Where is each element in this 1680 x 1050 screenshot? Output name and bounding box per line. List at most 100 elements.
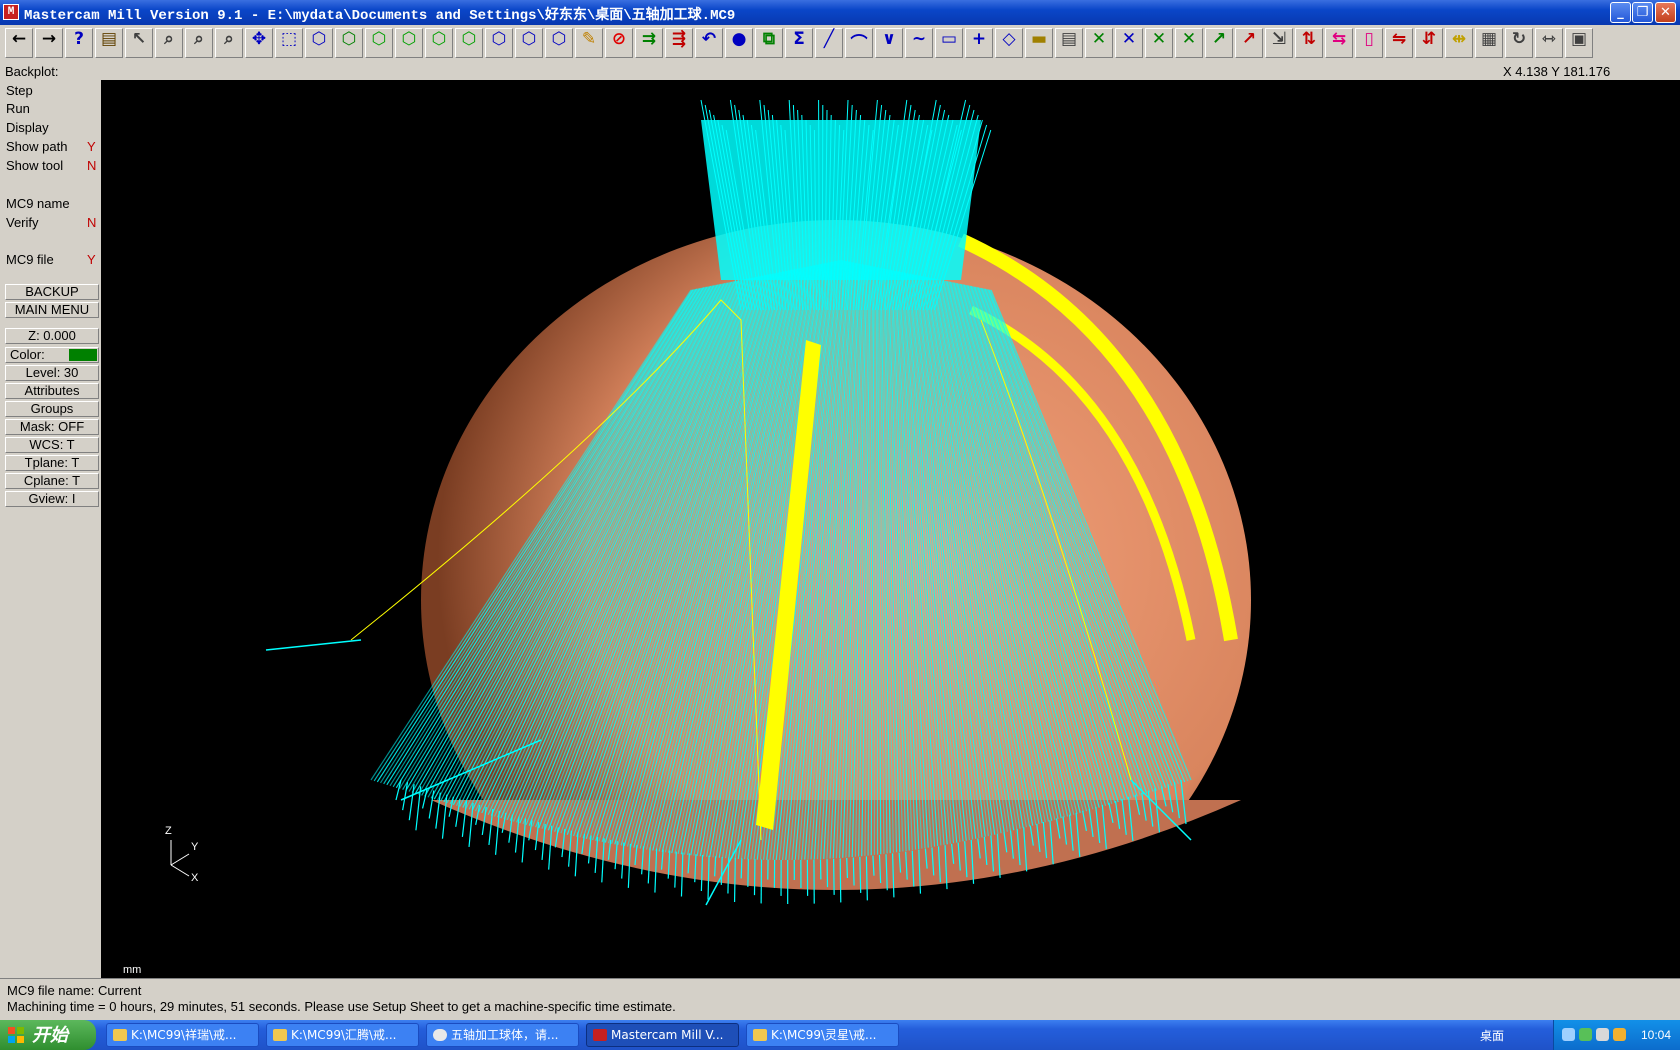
line-icon[interactable]: ╱ bbox=[815, 28, 843, 58]
taskbar-item[interactable]: K:\MC99\汇腾\戒... bbox=[266, 1023, 419, 1047]
toolbar-end-icon[interactable]: ▣ bbox=[1565, 28, 1593, 58]
cplane-button[interactable]: Cplane: T bbox=[5, 473, 99, 489]
forward-arrow-icon[interactable]: → bbox=[35, 28, 63, 58]
menu-item-show-tool[interactable]: Show tool bbox=[6, 158, 63, 173]
desktop-toolbar-label[interactable]: 桌面 bbox=[1480, 1027, 1504, 1044]
tray-network-icon[interactable] bbox=[1579, 1028, 1592, 1041]
mc9-file-flag: Y bbox=[87, 252, 96, 267]
taskbar-item[interactable]: 五轴加工球体，请... bbox=[426, 1023, 579, 1047]
zoom-previous-icon[interactable]: ⌕ bbox=[215, 28, 243, 58]
spline-icon[interactable]: ∼ bbox=[905, 28, 933, 58]
delete-icon[interactable]: ⊘ bbox=[605, 28, 633, 58]
menu-item-step[interactable]: Step bbox=[6, 83, 33, 98]
stretch-icon[interactable]: ⇋ bbox=[1385, 28, 1413, 58]
split-icon[interactable]: ⇹ bbox=[1445, 28, 1473, 58]
point-icon[interactable]: + bbox=[965, 28, 993, 58]
start-button[interactable]: 开始 bbox=[0, 1020, 96, 1050]
offset-icon[interactable]: ⇵ bbox=[1415, 28, 1443, 58]
view-isometric-icon[interactable]: ⬡ bbox=[305, 28, 333, 58]
menu-item-label: Verify bbox=[6, 215, 39, 230]
mastercam-icon bbox=[593, 1029, 607, 1041]
menu-item-show-path[interactable]: Show path bbox=[6, 139, 67, 154]
restore-button[interactable]: ❐ bbox=[1632, 2, 1653, 23]
cube-4-icon[interactable]: ⬡ bbox=[545, 28, 573, 58]
trim-2-icon[interactable]: ✕ bbox=[1115, 28, 1143, 58]
mirror-icon[interactable]: ⇅ bbox=[1295, 28, 1323, 58]
start-label: 开始 bbox=[32, 1025, 68, 1045]
groups-button[interactable]: Groups bbox=[5, 401, 99, 417]
wcs-button[interactable]: WCS: T bbox=[5, 437, 99, 453]
tray-volume-icon[interactable] bbox=[1596, 1028, 1609, 1041]
surface-icon[interactable]: ◇ bbox=[995, 28, 1023, 58]
arc-icon[interactable]: ⌒ bbox=[845, 28, 873, 58]
help-icon[interactable]: ? bbox=[65, 28, 93, 58]
measure-icon[interactable]: ✎ bbox=[575, 28, 603, 58]
window-title: Mastercam Mill Version 9.1 - E:\mydata\D… bbox=[24, 8, 736, 24]
mask-button[interactable]: Mask: OFF bbox=[5, 419, 99, 435]
move-icon[interactable]: ⇲ bbox=[1265, 28, 1293, 58]
main-menu-button[interactable]: MAIN MENU bbox=[5, 302, 99, 318]
menu-item-label: MC9 name bbox=[6, 196, 70, 211]
tplane-button[interactable]: Tplane: T bbox=[5, 455, 99, 471]
view-side-icon[interactable]: ⬡ bbox=[395, 28, 423, 58]
transform-icon[interactable]: ⇉ bbox=[635, 28, 663, 58]
view-3d-icon[interactable]: ⬡ bbox=[425, 28, 453, 58]
view-front-icon[interactable]: ⬡ bbox=[365, 28, 393, 58]
toolpath-line bbox=[873, 266, 876, 855]
color-swatch bbox=[69, 349, 97, 361]
rotate-icon[interactable]: ⇆ bbox=[1325, 28, 1353, 58]
dimension-icon[interactable]: ⇿ bbox=[1535, 28, 1563, 58]
pan-icon[interactable]: ✥ bbox=[245, 28, 273, 58]
level-button[interactable]: Level: 30 bbox=[5, 365, 99, 381]
undo-icon[interactable]: ↶ bbox=[695, 28, 723, 58]
menu-item-mc9-file[interactable]: MC9 file bbox=[6, 252, 54, 267]
menu-item-display[interactable]: Display bbox=[6, 120, 49, 135]
prompt-filename: MC9 file name: Current bbox=[7, 983, 142, 998]
cube-1-icon[interactable]: ⬡ bbox=[455, 28, 483, 58]
attributes-button[interactable]: Attributes bbox=[5, 383, 99, 399]
solid-box-icon[interactable]: ▬ bbox=[1025, 28, 1053, 58]
cube-2-icon[interactable]: ⬡ bbox=[485, 28, 513, 58]
trim-1-icon[interactable]: ✕ bbox=[1085, 28, 1113, 58]
menu-item-run[interactable]: Run bbox=[6, 101, 30, 116]
tray-arrow-icon[interactable] bbox=[1562, 1028, 1575, 1041]
taskbar-item[interactable]: K:\MC99\灵星\戒... bbox=[746, 1023, 899, 1047]
grid-icon[interactable]: ▦ bbox=[1475, 28, 1503, 58]
minimize-button[interactable]: _ bbox=[1610, 2, 1631, 23]
rectangle-icon[interactable]: ▭ bbox=[935, 28, 963, 58]
cube-3-icon[interactable]: ⬡ bbox=[515, 28, 543, 58]
menu-item-mc9-name[interactable]: MC9 name bbox=[6, 196, 70, 211]
menu-item-label: Step bbox=[6, 83, 33, 98]
taskbar-item[interactable]: K:\MC99\祥瑞\戒... bbox=[106, 1023, 259, 1047]
zoom-window-icon[interactable]: ⌕ bbox=[155, 28, 183, 58]
extend-icon[interactable]: ↗ bbox=[1205, 28, 1233, 58]
break-icon[interactable]: ↗ bbox=[1235, 28, 1263, 58]
backup-button[interactable]: BACKUP bbox=[5, 284, 99, 300]
back-arrow-icon[interactable]: ← bbox=[5, 28, 33, 58]
what-is-icon[interactable]: ↖ bbox=[125, 28, 153, 58]
levels-icon[interactable]: ▤ bbox=[1055, 28, 1083, 58]
tray-qq-icon[interactable] bbox=[1613, 1028, 1626, 1041]
scale-icon[interactable]: ▯ bbox=[1355, 28, 1383, 58]
taskbar-item-active[interactable]: Mastercam Mill V... bbox=[586, 1023, 739, 1047]
copy-icon[interactable]: ⧉ bbox=[755, 28, 783, 58]
close-button[interactable]: ✕ bbox=[1655, 2, 1676, 23]
taskbar: 开始 K:\MC99\祥瑞\戒... K:\MC99\汇腾\戒... 五轴加工球… bbox=[0, 1020, 1680, 1050]
gview-button[interactable]: Gview: I bbox=[5, 491, 99, 507]
menu-item-verify[interactable]: Verify bbox=[6, 215, 39, 230]
trim-4-icon[interactable]: ✕ bbox=[1175, 28, 1203, 58]
fillet-icon[interactable]: ∨ bbox=[875, 28, 903, 58]
z-depth-button[interactable]: Z: 0.000 bbox=[5, 328, 99, 344]
mastercam-icon[interactable]: M bbox=[3, 4, 19, 20]
sum-icon[interactable]: Σ bbox=[785, 28, 813, 58]
xyz-icon[interactable]: ↻ bbox=[1505, 28, 1533, 58]
graphics-viewport[interactable]: Z Y X mm bbox=[101, 80, 1680, 978]
trim-3-icon[interactable]: ✕ bbox=[1145, 28, 1173, 58]
calculator-icon[interactable]: ▤ bbox=[95, 28, 123, 58]
menu-item-label: Run bbox=[6, 101, 30, 116]
select-icon[interactable]: ⬚ bbox=[275, 28, 303, 58]
shade-sphere-icon[interactable]: ● bbox=[725, 28, 753, 58]
translate-icon[interactable]: ⇶ bbox=[665, 28, 693, 58]
view-top-icon[interactable]: ⬡ bbox=[335, 28, 363, 58]
zoom-fit-icon[interactable]: ⌕ bbox=[185, 28, 213, 58]
